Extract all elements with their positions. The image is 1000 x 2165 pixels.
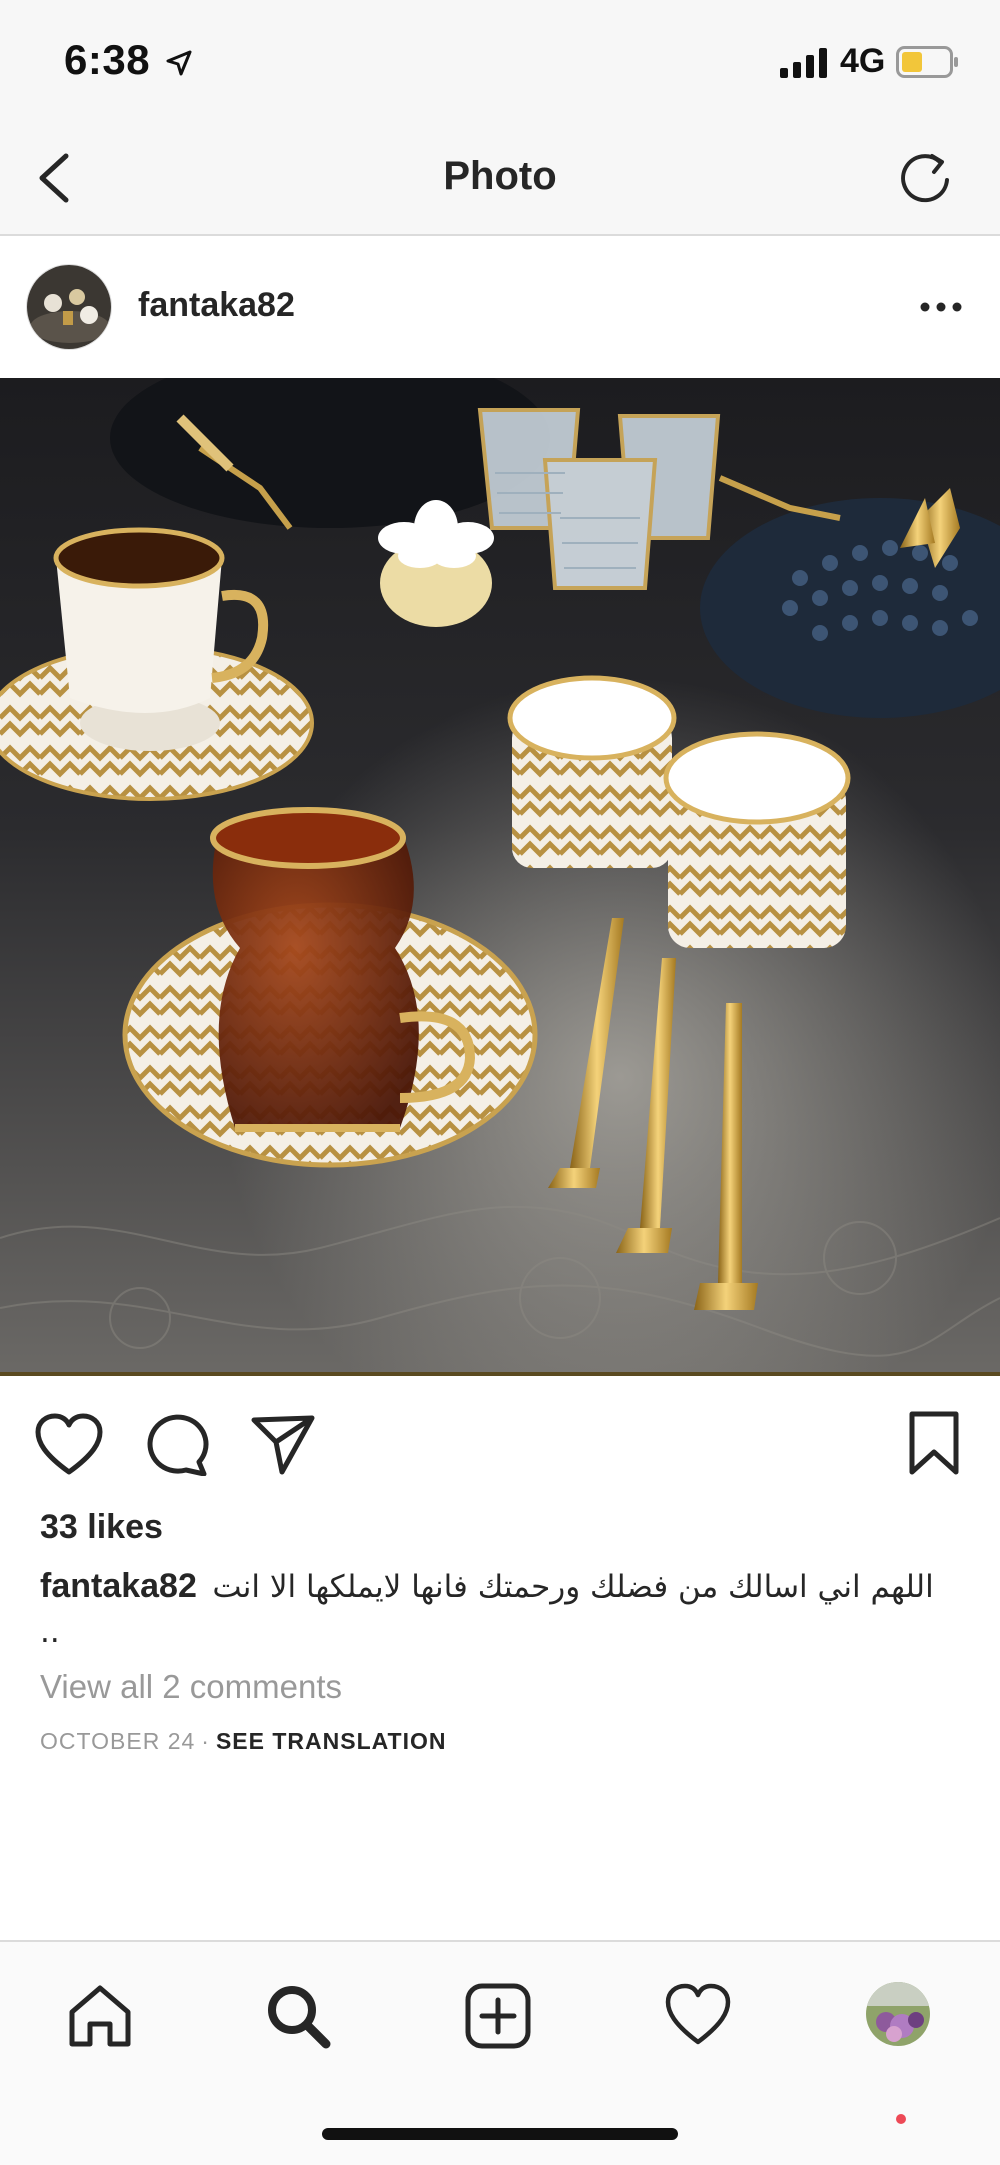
home-indicator [322,2128,678,2140]
more-options-icon[interactable] [918,294,964,320]
refresh-icon[interactable] [896,148,954,208]
caption-username[interactable]: fantaka82 [40,1567,197,1605]
search-icon[interactable] [264,1982,332,2050]
meta-separator: · [201,1728,210,1754]
location-arrow-icon [166,50,192,76]
status-bar: 6:38 4G [0,0,1000,120]
post-username[interactable]: fantaka82 [138,286,295,325]
post-meta: OCTOBER 24 · SEE TRANSLATION [40,1728,447,1755]
comment-icon[interactable] [142,1412,212,1476]
bookmark-icon[interactable] [904,1410,964,1476]
view-comments-link[interactable]: View all 2 comments [40,1668,342,1706]
post-image[interactable] [0,378,1000,1376]
avatar[interactable] [26,264,112,350]
network-label: 4G [840,42,886,80]
post-actions [0,1376,1000,1506]
paper-plane-icon[interactable] [248,1412,318,1476]
heart-icon[interactable] [34,1412,104,1476]
post-date: OCTOBER 24 [40,1728,196,1754]
likes-count[interactable]: 33 likes [40,1508,163,1547]
signal-icon [780,48,827,78]
home-icon[interactable] [66,1982,134,2050]
activity-heart-icon[interactable] [664,1982,732,2050]
see-translation-link[interactable]: SEE TRANSLATION [216,1728,447,1754]
post-caption: fantaka82 اللهم اني اسالك من فضلك ورحمتك… [40,1564,960,1654]
notification-dot [896,2114,906,2124]
nav-bar: Photo [0,120,1000,236]
new-post-icon[interactable] [464,1982,532,2050]
profile-avatar[interactable] [866,1982,930,2046]
battery-icon [896,46,958,78]
post-header: fantaka82 [0,236,1000,378]
page-title: Photo [443,154,557,198]
status-time: 6:38 [64,36,151,83]
